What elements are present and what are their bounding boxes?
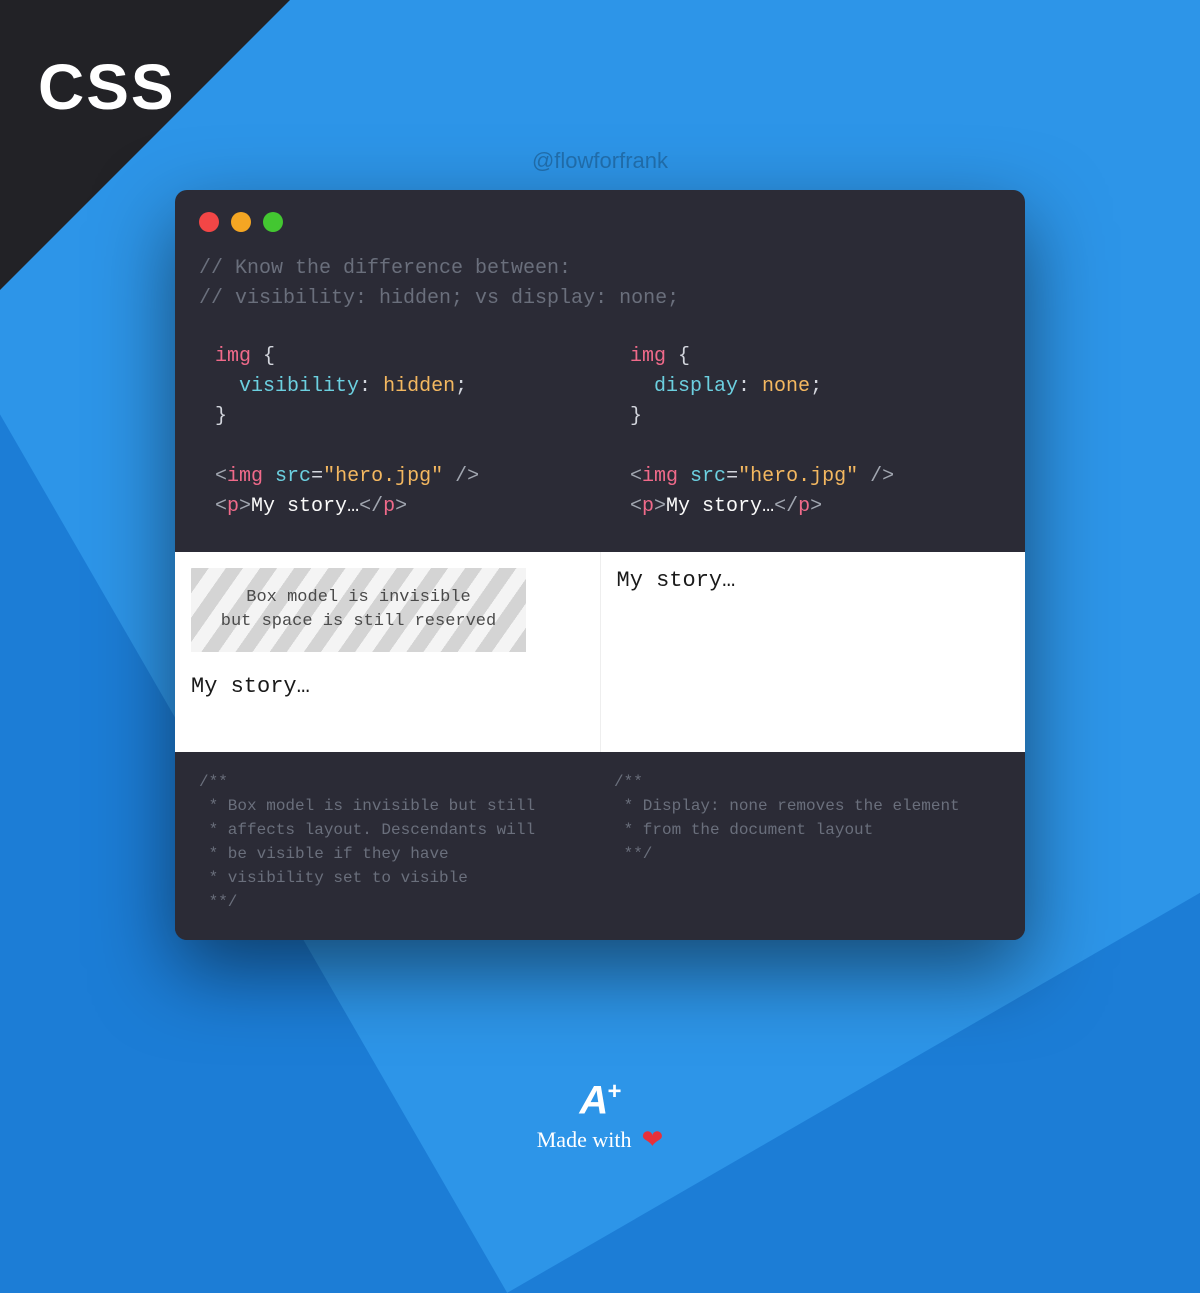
html-text: My story… xyxy=(666,495,774,518)
made-label: Made with xyxy=(537,1127,632,1153)
maximize-icon xyxy=(263,212,283,232)
footer: A+ Made with ❤ xyxy=(537,1078,664,1155)
preview-right: My story… xyxy=(601,552,1026,752)
invisible-placeholder: Box model is invisible but space is stil… xyxy=(191,568,526,652)
css-selector: img xyxy=(630,345,666,368)
code-comment: // Know the difference between: // visib… xyxy=(199,254,1001,314)
window-titlebar xyxy=(175,190,1025,242)
html-tag: img xyxy=(227,465,263,488)
code-column-right: img { display: none; } <img src="hero.jp… xyxy=(614,342,1001,522)
html-tag: p xyxy=(642,495,654,518)
logo: A+ xyxy=(537,1078,664,1123)
html-tag: p xyxy=(227,495,239,518)
author-handle: @flowforfrank xyxy=(532,148,668,174)
preview-left: Box model is invisible but space is stil… xyxy=(175,552,601,752)
css-property: visibility xyxy=(239,375,359,398)
placeholder-text: Box model is invisible xyxy=(203,586,514,610)
story-text: My story… xyxy=(191,674,584,699)
made-with: Made with ❤ xyxy=(537,1125,664,1155)
story-text: My story… xyxy=(617,568,1010,593)
comment-line: // Know the difference between: xyxy=(199,254,1001,284)
css-value: none xyxy=(762,375,810,398)
preview-pane: Box model is invisible but space is stil… xyxy=(175,552,1025,752)
css-value: hidden xyxy=(383,375,455,398)
heart-icon: ❤ xyxy=(641,1125,663,1155)
html-value: "hero.jpg" xyxy=(323,465,443,488)
html-text: My story… xyxy=(251,495,359,518)
logo-letter: A xyxy=(580,1078,608,1122)
logo-plus: + xyxy=(607,1078,620,1105)
explain-right: /** * Display: none removes the element … xyxy=(614,770,1001,914)
html-attr: src xyxy=(275,465,311,488)
close-icon xyxy=(199,212,219,232)
explain-left: /** * Box model is invisible but still *… xyxy=(199,770,586,914)
css-selector: img xyxy=(215,345,251,368)
code-columns: img { visibility: hidden; } <img src="he… xyxy=(199,342,1001,522)
code-pane: // Know the difference between: // visib… xyxy=(175,242,1025,552)
html-attr: src xyxy=(690,465,726,488)
html-value: "hero.jpg" xyxy=(738,465,858,488)
explanation-pane: /** * Box model is invisible but still *… xyxy=(175,752,1025,940)
html-tag: img xyxy=(642,465,678,488)
minimize-icon xyxy=(231,212,251,232)
css-property: display xyxy=(654,375,738,398)
code-window: // Know the difference between: // visib… xyxy=(175,190,1025,940)
placeholder-text: but space is still reserved xyxy=(203,610,514,634)
code-column-left: img { visibility: hidden; } <img src="he… xyxy=(199,342,586,522)
comment-line: // visibility: hidden; vs display: none; xyxy=(199,284,1001,314)
corner-label: CSS xyxy=(38,50,176,124)
